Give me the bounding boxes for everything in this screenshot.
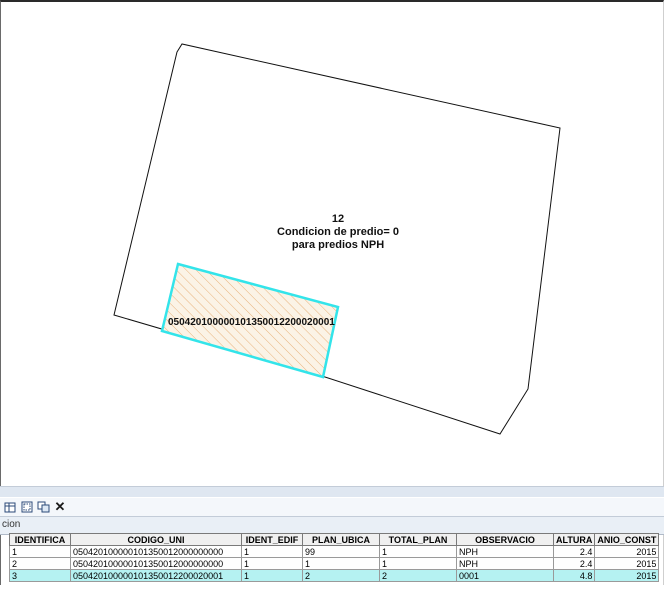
select-by-attributes-icon[interactable]	[20, 500, 34, 514]
relate-icon[interactable]	[37, 500, 51, 514]
column-header[interactable]: OBSERVACIO	[456, 533, 554, 546]
parcel-condition-label: Condicion de predio= 0	[277, 226, 399, 238]
column-header[interactable]: IDENT_EDIF	[241, 533, 303, 546]
table-cell: 2015	[594, 545, 660, 558]
table-row-selected[interactable]: 3 050420100000101350012200020001 1 2 2 0…	[9, 569, 660, 582]
column-header[interactable]: PLAN_UBICA	[302, 533, 380, 546]
column-header[interactable]: IDENTIFICA	[9, 533, 71, 546]
table-cell: 1	[241, 545, 303, 558]
table-cell: 1	[302, 557, 380, 570]
table-cell: 1	[9, 545, 71, 558]
table-cell: 0001	[456, 569, 554, 582]
building-code-label: 050420100000101350012200020001	[168, 317, 335, 328]
table-cell: 2015	[594, 557, 660, 570]
column-header[interactable]: TOTAL_PLAN	[379, 533, 457, 546]
table-options-icon[interactable]	[3, 500, 17, 514]
parcel-number-label: 12	[332, 213, 344, 225]
table-cell: 1	[379, 557, 457, 570]
table-cell: 050420100000101350012200020001	[70, 569, 242, 582]
table-cell: 2.4	[552, 557, 596, 570]
delete-icon[interactable]: ✕	[53, 500, 67, 514]
status-area	[0, 585, 664, 599]
table-cell: 1	[379, 545, 457, 558]
table-tab-label[interactable]: cion	[2, 519, 20, 530]
table-header-row: IDENTIFICA CODIGO_UNI IDENT_EDIF PLAN_UB…	[9, 533, 660, 546]
table-cell: 050420100000101350012000000000	[70, 545, 242, 558]
table-row[interactable]: 1 050420100000101350012000000000 1 99 1 …	[9, 545, 660, 558]
table-cell: NPH	[456, 557, 554, 570]
table-cell: NPH	[456, 545, 554, 558]
column-header[interactable]: ALTURA	[552, 533, 596, 546]
table-cell: 2	[9, 557, 71, 570]
table-cell: 3	[9, 569, 71, 582]
table-cell: 2	[379, 569, 457, 582]
table-cell: 050420100000101350012000000000	[70, 557, 242, 570]
table-cell: 99	[302, 545, 380, 558]
table-cell: 4.8	[552, 569, 596, 582]
table-cell: 1	[241, 569, 303, 582]
column-header[interactable]: ANIO_CONST	[594, 533, 660, 546]
table-row[interactable]: 2 050420100000101350012000000000 1 1 1 N…	[9, 557, 660, 570]
table-cell: 1	[241, 557, 303, 570]
table-cell: 2.4	[552, 545, 596, 558]
map-view[interactable]: 12 Condicion de predio= 0 para predios N…	[7, 2, 655, 486]
attribute-table: IDENTIFICA CODIGO_UNI IDENT_EDIF PLAN_UB…	[9, 533, 660, 582]
parcel-type-label: para predios NPH	[292, 239, 384, 251]
table-cell: 2015	[594, 569, 660, 582]
column-header[interactable]: CODIGO_UNI	[70, 533, 242, 546]
table-cell: 2	[302, 569, 380, 582]
attribute-table-titlebar[interactable]	[0, 486, 664, 497]
attribute-table-toolbar: ✕	[0, 497, 664, 517]
map-canvas[interactable]: 12 Condicion de predio= 0 para predios N…	[7, 2, 655, 486]
